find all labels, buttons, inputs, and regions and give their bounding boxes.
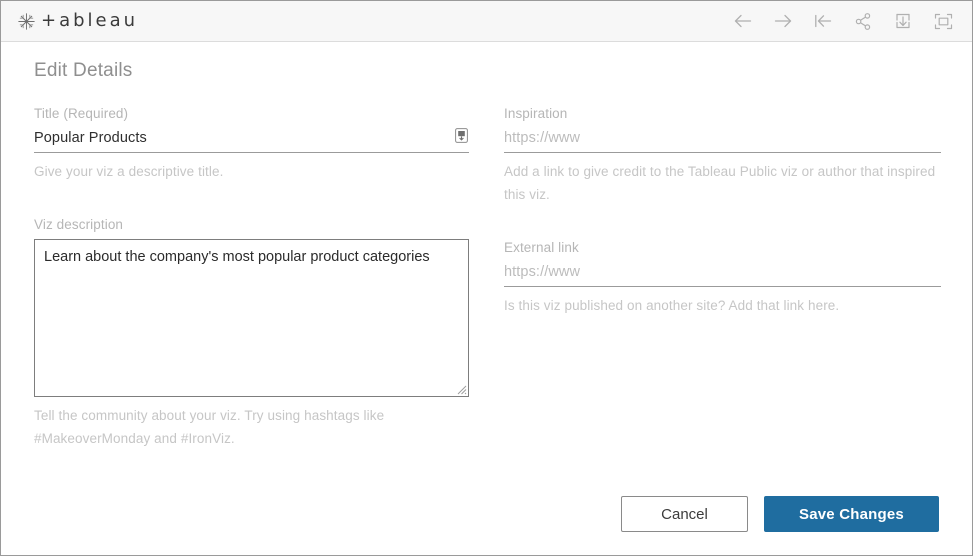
dialog-actions: Cancel Save Changes	[621, 496, 939, 532]
description-textarea-wrapper	[34, 239, 469, 397]
external-link-field-hint: Is this viz published on another site? A…	[504, 298, 840, 313]
inspiration-input[interactable]: https://www	[504, 128, 941, 153]
text-input-badge-icon[interactable]	[455, 128, 469, 148]
external-link-input-placeholder: https://www	[504, 264, 581, 280]
tableau-logo[interactable]: +ableau	[17, 12, 138, 31]
form-column-right: Inspiration https://www Add a link to gi…	[504, 106, 941, 450]
tableau-wordmark: +ableau	[41, 10, 139, 31]
title-input-value: Popular Products	[34, 130, 147, 146]
external-link-field-group: External link https://www Is this viz pu…	[504, 240, 941, 317]
page-title: Edit Details	[34, 60, 133, 81]
description-field-hint: Tell the community about your viz. Try u…	[34, 408, 385, 446]
description-textarea[interactable]	[34, 239, 469, 397]
edit-details-form: Edit Details Title (Required) Popular Pr…	[1, 42, 972, 555]
fullscreen-icon[interactable]	[928, 8, 958, 34]
title-field-group: Title (Required) Popular Products Give y…	[34, 106, 469, 183]
header-toolbar	[728, 8, 958, 34]
description-field-label: Viz description	[34, 217, 124, 232]
download-icon[interactable]	[888, 8, 918, 34]
share-icon[interactable]	[848, 8, 878, 34]
external-link-input[interactable]: https://www	[504, 262, 941, 287]
save-changes-button[interactable]: Save Changes	[764, 496, 939, 532]
title-input[interactable]: Popular Products	[34, 128, 469, 153]
app-header: +ableau	[1, 1, 972, 42]
go-to-start-icon[interactable]	[808, 8, 838, 34]
form-column-left: Title (Required) Popular Products Give y…	[34, 106, 469, 450]
tableau-public-edit-details-window: +ableau Edit Details Title (Required) Po…	[0, 0, 973, 556]
inspiration-field-group: Inspiration https://www Add a link to gi…	[504, 106, 941, 206]
inspiration-field-label: Inspiration	[504, 106, 568, 121]
description-field-group: Viz description Tell the community about…	[34, 217, 469, 450]
tableau-asterisk-logo-icon	[17, 12, 36, 31]
back-arrow-icon[interactable]	[728, 8, 758, 34]
inspiration-field-hint: Add a link to give credit to the Tableau…	[504, 164, 936, 202]
inspiration-input-placeholder: https://www	[504, 130, 581, 146]
form-columns: Title (Required) Popular Products Give y…	[34, 106, 941, 450]
external-link-field-label: External link	[504, 240, 579, 255]
cancel-button[interactable]: Cancel	[621, 496, 748, 532]
forward-arrow-icon[interactable]	[768, 8, 798, 34]
title-field-label: Title (Required)	[34, 106, 129, 121]
title-field-hint: Give your viz a descriptive title.	[34, 164, 224, 179]
